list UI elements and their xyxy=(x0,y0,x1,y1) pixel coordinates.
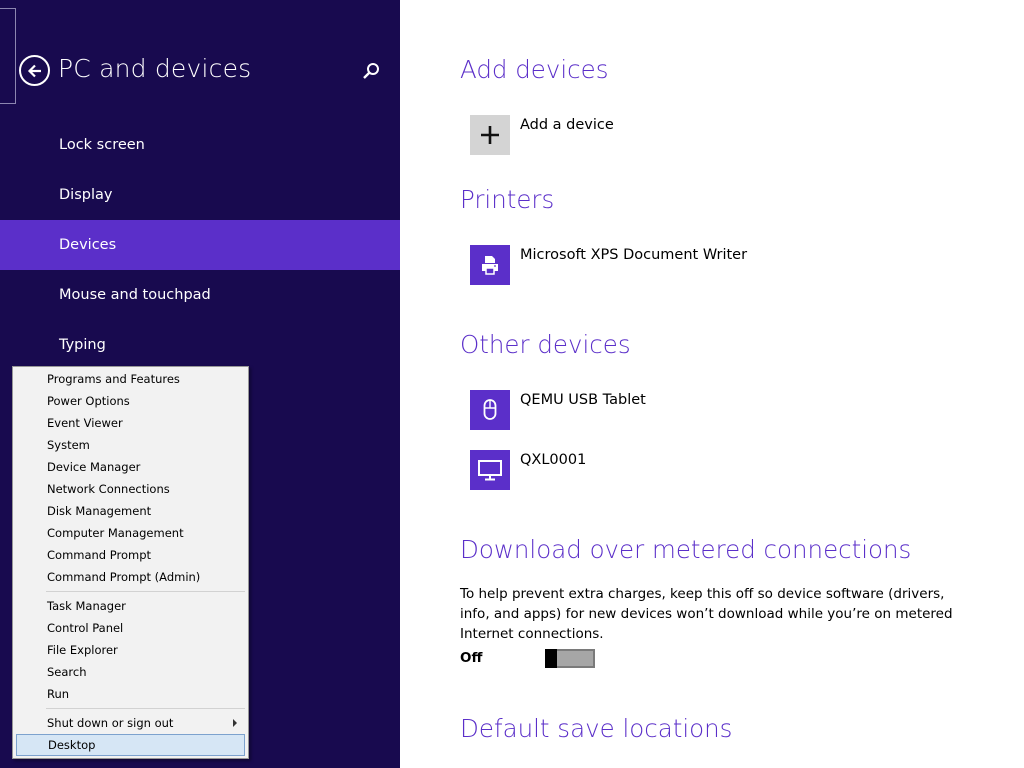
nav-item-label: Mouse and touchpad xyxy=(59,287,211,303)
nav-item-label: Typing xyxy=(59,337,106,353)
quick-link-menu: Programs and Features Power Options Even… xyxy=(12,366,249,759)
metered-heading: Download over metered connections xyxy=(460,535,912,564)
menu-item-label: Shut down or sign out xyxy=(47,716,174,730)
nav-item-label: Devices xyxy=(59,237,117,253)
nav-item-devices[interactable]: Devices xyxy=(0,220,400,270)
menu-item-label: Control Panel xyxy=(47,621,124,635)
usb-tablet-tile[interactable] xyxy=(470,390,510,430)
menu-item-label: Command Prompt xyxy=(47,548,152,562)
printer-icon xyxy=(482,256,498,275)
menu-item-network-connections[interactable]: Network Connections xyxy=(16,478,245,500)
add-device-button[interactable] xyxy=(470,115,510,155)
menu-item-power-options[interactable]: Power Options xyxy=(16,390,245,412)
menu-separator xyxy=(46,591,245,592)
back-arrow-icon xyxy=(27,64,41,77)
nav-item-typing[interactable]: Typing xyxy=(0,320,400,370)
menu-item-label: Computer Management xyxy=(47,526,184,540)
menu-item-command-prompt[interactable]: Command Prompt xyxy=(16,544,245,566)
add-devices-heading: Add devices xyxy=(460,55,609,84)
search-button[interactable] xyxy=(360,60,382,82)
search-icon xyxy=(363,63,379,79)
nav-item-mouse-and-touchpad[interactable]: Mouse and touchpad xyxy=(0,270,400,320)
nav-item-label: Lock screen xyxy=(59,137,145,153)
menu-item-label: System xyxy=(47,438,90,452)
menu-item-label: Device Manager xyxy=(47,460,141,474)
back-button[interactable] xyxy=(19,55,50,86)
menu-item-label: Event Viewer xyxy=(47,416,123,430)
nav-item-display[interactable]: Display xyxy=(0,170,400,220)
menu-item-device-manager[interactable]: Device Manager xyxy=(16,456,245,478)
window-edge-frame xyxy=(0,8,16,104)
printer-label[interactable]: Microsoft XPS Document Writer xyxy=(520,247,747,263)
qxl-device-tile[interactable] xyxy=(470,450,510,490)
menu-item-run[interactable]: Run xyxy=(16,683,245,705)
menu-item-label: Command Prompt (Admin) xyxy=(47,570,201,584)
menu-item-programs-and-features[interactable]: Programs and Features xyxy=(16,368,245,390)
menu-item-label: Programs and Features xyxy=(47,372,180,386)
menu-item-label: Task Manager xyxy=(47,599,126,613)
menu-item-event-viewer[interactable]: Event Viewer xyxy=(16,412,245,434)
menu-item-label: Power Options xyxy=(47,394,130,408)
printers-heading: Printers xyxy=(460,185,555,214)
menu-item-label: File Explorer xyxy=(47,643,118,657)
page-title: PC and devices xyxy=(58,54,252,83)
menu-item-system[interactable]: System xyxy=(16,434,245,456)
nav-item-lock-screen[interactable]: Lock screen xyxy=(0,120,400,170)
metered-description: To help prevent extra charges, keep this… xyxy=(460,586,953,642)
usb-tablet-label[interactable]: QEMU USB Tablet xyxy=(520,392,646,408)
menu-item-label: Desktop xyxy=(48,738,96,752)
menu-item-label: Disk Management xyxy=(47,504,152,518)
menu-item-label: Search xyxy=(47,665,87,679)
menu-item-file-explorer[interactable]: File Explorer xyxy=(16,639,245,661)
menu-item-search[interactable]: Search xyxy=(16,661,245,683)
menu-item-desktop[interactable]: Desktop xyxy=(16,734,245,756)
save-locations-heading: Default save locations xyxy=(460,714,733,743)
menu-separator xyxy=(46,708,245,709)
menu-item-label: Network Connections xyxy=(47,482,170,496)
metered-toggle-state: Off xyxy=(460,650,483,666)
mouse-icon xyxy=(483,399,497,420)
devices-content-pane: Add devices Add a device Printers Micros… xyxy=(400,0,1024,768)
metered-download-toggle[interactable] xyxy=(545,649,595,668)
monitor-icon xyxy=(478,460,502,481)
qxl-device-label[interactable]: QXL0001 xyxy=(520,452,586,468)
menu-item-label: Run xyxy=(47,687,70,701)
submenu-arrow-icon xyxy=(233,719,237,727)
add-device-label[interactable]: Add a device xyxy=(520,117,614,133)
nav-item-label: Display xyxy=(59,187,113,203)
menu-item-control-panel[interactable]: Control Panel xyxy=(16,617,245,639)
printer-tile[interactable] xyxy=(470,245,510,285)
other-devices-heading: Other devices xyxy=(460,330,631,359)
menu-item-shut-down-or-sign-out[interactable]: Shut down or sign out xyxy=(16,712,245,734)
menu-item-disk-management[interactable]: Disk Management xyxy=(16,500,245,522)
toggle-knob[interactable] xyxy=(545,649,557,668)
menu-item-task-manager[interactable]: Task Manager xyxy=(16,595,245,617)
menu-item-command-prompt-admin[interactable]: Command Prompt (Admin) xyxy=(16,566,245,588)
menu-item-computer-management[interactable]: Computer Management xyxy=(16,522,245,544)
plus-icon xyxy=(481,126,499,144)
